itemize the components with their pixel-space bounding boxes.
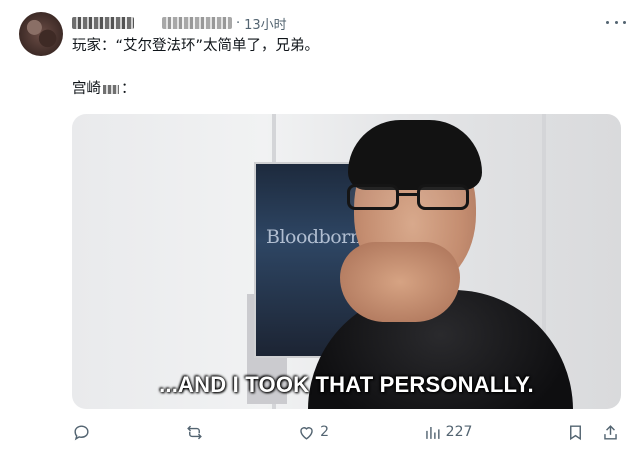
tweet-media-image[interactable]: Bloodborne ...AND I TOOK THAT PERSONALLY… (72, 114, 621, 409)
share-button[interactable] (601, 423, 620, 442)
heart-icon (300, 426, 313, 440)
reply-button[interactable] (72, 423, 91, 442)
more-options-icon[interactable] (606, 14, 626, 30)
tweet: · 13小时 玩家：“艾尔登法环”太简单了，兄弟。 宫崎 ： Bloodborne… (0, 0, 640, 449)
bookmark-icon (570, 424, 581, 440)
action-bar: 2 227 (72, 418, 620, 446)
tweet-text-line2: 宫崎 ： (72, 79, 136, 99)
like-button[interactable]: 2 (297, 423, 329, 442)
reply-icon (74, 424, 89, 440)
retweet-button[interactable] (185, 423, 204, 442)
clasped-hands (340, 242, 460, 322)
text-suffix: ： (121, 81, 136, 97)
author-handle-redacted[interactable] (162, 17, 232, 29)
avatar[interactable] (19, 12, 63, 56)
share-icon (604, 424, 617, 440)
redacted-text (103, 84, 119, 94)
tweet-text-line1: 玩家：“艾尔登法环”太简单了，兄弟。 (72, 38, 320, 54)
separator-dot: · (236, 15, 241, 31)
retweet-icon (186, 425, 202, 439)
view-count: 227 (445, 424, 473, 440)
bookmark-button[interactable] (566, 423, 585, 442)
tweet-header: · 13小时 (72, 13, 287, 33)
meme-caption: ...AND I TOOK THAT PERSONALLY. (159, 372, 534, 397)
person-hair (348, 120, 482, 190)
right-actions (566, 423, 620, 442)
like-count: 2 (320, 424, 330, 440)
glasses (347, 184, 477, 214)
views-button[interactable]: 227 (423, 423, 473, 442)
analytics-icon (425, 426, 440, 439)
author-name-redacted[interactable] (72, 17, 134, 29)
timestamp[interactable]: 13小时 (244, 14, 287, 33)
text-prefix: 宫崎 (72, 81, 101, 97)
